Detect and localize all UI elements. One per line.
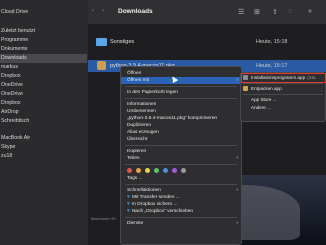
sidebar-item[interactable]: Programme <box>0 36 87 45</box>
sidebar-item[interactable]: OneDrive <box>0 81 87 90</box>
tag-color-dot[interactable] <box>172 168 177 173</box>
menu-item[interactable]: ♥ Mit Transfer senden ... <box>121 194 241 201</box>
menu-item[interactable]: „python-3.9.4-macos11.pkg“ komprimieren <box>121 115 241 122</box>
sidebar-item[interactable]: Skype <box>0 143 87 152</box>
tag-color-dot[interactable] <box>136 168 141 173</box>
menu-item-label: Duplizieren <box>127 123 151 128</box>
menu-item-label: Tags ... <box>127 176 143 181</box>
sidebar-item[interactable]: Dropbox <box>0 72 87 81</box>
menu-item[interactable]: Informationen <box>121 101 241 108</box>
menu-item-label: „python-3.9.4-macos11.pkg“ komprimieren <box>127 116 218 121</box>
file-date: Heute, 15:18 <box>256 39 288 45</box>
dropbox-icon: ♥ <box>127 194 130 200</box>
submenu-arrow-icon: › <box>236 77 238 83</box>
window-title: Downloads <box>118 8 153 15</box>
sidebar-item[interactable]: Zuletzt benutzt <box>0 27 87 36</box>
menu-item[interactable]: In den Papierkorb legen <box>121 89 241 96</box>
submenu-arrow-icon: › <box>236 155 238 161</box>
tag-color-dot[interactable] <box>145 168 150 173</box>
tag-color-dot[interactable] <box>127 168 132 173</box>
menu-item-label: In Dropbox sichern ... <box>131 202 178 207</box>
menu-item[interactable]: Schnellaktionen › <box>121 187 241 194</box>
menu-item[interactable]: Öffnen <box>121 70 241 77</box>
menu-item-label: Dienste <box>127 221 144 226</box>
folder-icon <box>96 38 107 46</box>
menu-item-label: Nach „Dropbox“ verschieben <box>131 209 194 214</box>
grid-view-icon[interactable]: ⊞ <box>254 8 260 16</box>
menu-item-label: Kopieren <box>127 149 147 154</box>
sidebar-item[interactable]: OneDrive <box>0 90 87 99</box>
file-name: Sonstiges <box>110 39 135 45</box>
tag-color-row <box>121 167 241 174</box>
sidebar-item[interactable]: Schreibtisch <box>0 117 87 126</box>
menu-item[interactable]: Umbenennen <box>121 108 241 115</box>
dropbox-icon: ♥ <box>127 208 130 214</box>
submenu-item-label: App Store ... <box>251 97 277 102</box>
sidebar-item[interactable]: Dropbox <box>0 99 87 108</box>
menu-separator <box>125 86 237 87</box>
dropbox-icon: ♥ <box>127 201 130 207</box>
menu-item[interactable]: Tags ... <box>121 175 241 182</box>
menu-item[interactable]: Dienste › <box>121 220 241 227</box>
menu-item-label: Mit Transfer senden ... <box>131 195 180 200</box>
menu-separator <box>125 184 237 185</box>
tag-icon[interactable]: ◌ <box>288 8 292 15</box>
menu-item[interactable]: Kopieren <box>121 148 241 155</box>
menu-item[interactable]: Alias erzeugen <box>121 129 241 136</box>
menu-item-label: Teilen <box>127 156 140 161</box>
share-icon[interactable]: ⇪ <box>272 8 278 16</box>
menu-item[interactable]: ♥ In Dropbox sichern ... <box>121 201 241 208</box>
package-icon <box>97 61 106 70</box>
sidebar-item[interactable]: Dokumente <box>0 45 87 54</box>
menu-item-label: Schnellaktionen <box>127 188 161 193</box>
tag-color-dot[interactable] <box>181 168 186 173</box>
menu-item-label: Informationen <box>127 102 157 107</box>
tag-color-dot[interactable] <box>163 168 168 173</box>
menu-item[interactable]: Übersicht <box>121 136 241 143</box>
submenu-item[interactable]: Entpacken.app <box>243 85 325 93</box>
menu-separator <box>125 217 237 218</box>
menu-separator <box>125 145 237 146</box>
back-button[interactable]: ‹ <box>92 8 94 14</box>
highlight-box <box>241 73 326 83</box>
list-view-icon[interactable]: ☰ <box>238 8 244 16</box>
menu-separator <box>243 94 323 95</box>
submenu-arrow-icon: › <box>236 220 238 226</box>
sidebar: Cloud Drive Zuletzt benutzt Programme Dokum… <box>0 0 88 245</box>
sidebar-item[interactable]: zu18 <box>0 152 87 161</box>
menu-item[interactable]: Duplizieren <box>121 122 241 129</box>
menu-separator <box>243 83 323 84</box>
sidebar-item[interactable]: markus <box>0 63 87 72</box>
menu-item-label: Umbenennen <box>127 109 156 114</box>
toolbar: ‹ › Downloads ☰ ⊞ ⇪ ◌ » <box>88 0 326 24</box>
submenu-item-label: Andere ... <box>251 105 271 110</box>
tag-color-dot[interactable] <box>154 168 159 173</box>
menu-item[interactable]: Teilen › <box>121 155 241 162</box>
submenu-item-label: Entpacken.app <box>251 86 282 91</box>
sidebar-item[interactable]: Cloud Drive <box>0 8 87 17</box>
sidebar-item[interactable]: Downloads <box>0 54 87 63</box>
forward-button[interactable]: › <box>102 8 104 14</box>
context-menu: Öffnen Öffnen mit › In den Papierkorb legen… <box>120 66 242 245</box>
submenu-item[interactable]: Andere ... <box>243 104 326 112</box>
sidebar-item[interactable]: AirDrop <box>0 108 87 117</box>
submenu-item[interactable]: App Store ... <box>243 96 326 104</box>
file-row[interactable]: Sonstiges Heute, 15:18 <box>88 36 326 48</box>
menu-item[interactable]: ♥ Nach „Dropbox“ verschieben <box>121 208 241 215</box>
menu-separator <box>125 164 237 165</box>
menu-separator <box>125 98 237 99</box>
file-date: Heute, 15:17 <box>256 63 288 69</box>
menu-item-label: Öffnen <box>127 71 142 76</box>
archive-app-icon <box>243 86 248 92</box>
menu-item-label: Übersicht <box>127 137 148 142</box>
submenu-arrow-icon: › <box>236 187 238 193</box>
menu-item-label: In den Papierkorb legen <box>127 90 178 95</box>
menu-item-label: Alias erzeugen <box>127 130 159 135</box>
menu-item[interactable]: Öffnen mit › <box>121 77 241 84</box>
more-icon[interactable]: » <box>308 8 312 15</box>
sidebar-item[interactable]: MacBook Air <box>0 134 87 143</box>
menu-item-label: Öffnen mit <box>127 78 150 83</box>
